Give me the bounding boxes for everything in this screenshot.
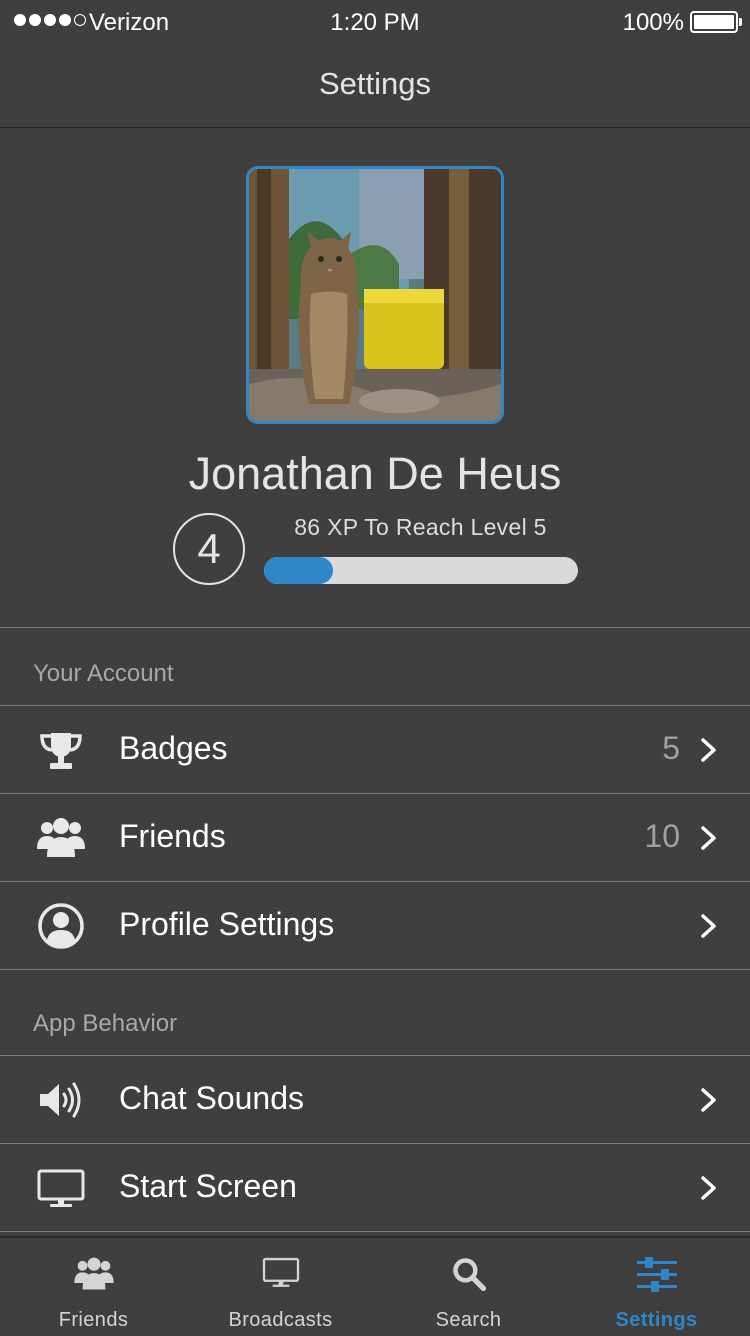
battery-percentage: 100% bbox=[622, 9, 684, 36]
friends-count: 10 bbox=[644, 818, 680, 854]
monitor-icon bbox=[262, 1257, 299, 1287]
level-badge: 4 bbox=[173, 513, 245, 585]
divider bbox=[0, 969, 750, 970]
row-badges[interactable]: Badges 5 bbox=[0, 705, 750, 793]
section-header-app-behavior: App Behavior bbox=[33, 1010, 178, 1037]
tab-bar: Friends Broadcasts Search Settings bbox=[0, 1236, 750, 1336]
tab-friends[interactable]: Friends bbox=[0, 1238, 187, 1336]
tab-label: Broadcasts bbox=[228, 1309, 333, 1331]
tab-settings[interactable]: Settings bbox=[563, 1238, 750, 1336]
chevron-right-icon bbox=[701, 914, 716, 938]
row-label: Badges bbox=[119, 730, 228, 766]
sliders-icon bbox=[636, 1257, 677, 1292]
divider bbox=[0, 1231, 750, 1232]
divider bbox=[0, 627, 750, 628]
navigation-bar: Settings bbox=[0, 46, 750, 128]
row-label: Start Screen bbox=[119, 1168, 297, 1204]
search-icon bbox=[452, 1258, 486, 1292]
row-friends[interactable]: Friends 10 bbox=[0, 793, 750, 881]
tab-broadcasts[interactable]: Broadcasts bbox=[187, 1238, 374, 1336]
row-profile-settings[interactable]: Profile Settings bbox=[0, 881, 750, 969]
xp-remaining-text: 86 XP To Reach Level 5 bbox=[294, 514, 547, 540]
profile-name: Jonathan De Heus bbox=[188, 448, 562, 499]
tab-label: Friends bbox=[58, 1309, 129, 1331]
users-icon bbox=[37, 818, 85, 857]
tab-label: Search bbox=[435, 1309, 502, 1331]
status-bar: Verizon 1:20 PM 100% bbox=[0, 0, 750, 46]
user-circle-icon bbox=[38, 903, 84, 949]
row-chat-sounds[interactable]: Chat Sounds bbox=[0, 1055, 750, 1143]
badges-count: 5 bbox=[662, 730, 680, 766]
cat-photo bbox=[249, 169, 501, 421]
tab-label: Settings bbox=[615, 1309, 698, 1331]
users-icon bbox=[73, 1257, 114, 1290]
chevron-right-icon bbox=[701, 1088, 716, 1112]
speaker-icon bbox=[40, 1082, 81, 1118]
tab-search[interactable]: Search bbox=[375, 1238, 562, 1336]
chevron-right-icon bbox=[701, 1176, 716, 1200]
xp-progress-bar bbox=[264, 557, 578, 584]
row-label: Profile Settings bbox=[119, 906, 335, 942]
row-label: Friends bbox=[119, 818, 226, 854]
avatar[interactable] bbox=[246, 166, 504, 424]
battery-icon bbox=[690, 11, 742, 33]
row-label: Chat Sounds bbox=[119, 1080, 305, 1116]
section-header-your-account: Your Account bbox=[33, 660, 174, 687]
trophy-icon bbox=[40, 733, 82, 769]
xp-progress-fill bbox=[264, 557, 334, 584]
page-title: Settings bbox=[318, 66, 431, 101]
chevron-right-icon bbox=[701, 826, 716, 850]
row-start-screen[interactable]: Start Screen bbox=[0, 1143, 750, 1231]
monitor-icon bbox=[37, 1169, 85, 1207]
chevron-right-icon bbox=[701, 738, 716, 762]
